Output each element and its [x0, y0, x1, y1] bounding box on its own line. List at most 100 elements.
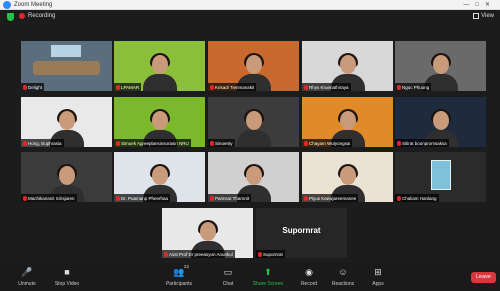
leave-button[interactable]: Leave — [471, 272, 496, 283]
profile-photo — [431, 160, 451, 190]
participant-name-tag: LPAMAR — [114, 83, 142, 91]
participant-name-tag: Delight — [21, 83, 45, 91]
participant-name-tag: Hong, Euphrasia — [21, 139, 64, 147]
muted-mic-icon — [397, 140, 401, 146]
participant-tile[interactable]: Chaliam Hanlang — [395, 152, 486, 202]
participant-name-tag: Chaliam Hanlang — [395, 194, 439, 202]
muted-mic-icon — [116, 140, 120, 146]
participant-tile[interactable]: Hong, Euphrasia — [21, 97, 112, 147]
participant-name-tag: Sitirat boonpromsaksa — [395, 139, 449, 147]
participant-name: Chayam Wutyongsai — [309, 140, 351, 146]
participant-name-tag: Chayam Wutyongsai — [302, 139, 353, 147]
apps-button[interactable]: ⊞ Apps — [355, 266, 401, 288]
participant-tile[interactable]: Dr. Puamanp Pheerhaa — [114, 152, 205, 202]
participants-count: 22 — [184, 264, 190, 269]
stop-video-button[interactable]: ■ Stop Video — [44, 266, 90, 287]
security-shield-icon[interactable] — [7, 13, 14, 21]
participant-name-tag: Ngoc Phuong — [395, 83, 432, 91]
participant-tile[interactable]: Asst Prof Dr preeasyon Anunkul — [162, 208, 253, 258]
participant-name: Sitirat boonpromsaksa — [402, 140, 447, 146]
participant-tile[interactable]: Chayam Wutyongsai — [302, 97, 393, 147]
participant-name: Dr. Puamanp Pheerhaa — [121, 195, 169, 201]
participant-name: Supornrat — [263, 251, 283, 257]
recording-dot-icon — [19, 13, 25, 19]
participant-name-tag: Dr. Puamanp Pheerhaa — [114, 194, 171, 202]
apps-icon: ⊞ — [374, 266, 382, 277]
muted-mic-icon — [397, 195, 401, 201]
muted-mic-icon — [116, 195, 120, 201]
participant-name-tag: Krisadi Tienmanakit — [208, 83, 257, 91]
window-controls[interactable]: —□✕ — [463, 0, 496, 10]
participant-name: Ngoc Phuong — [402, 84, 430, 90]
muted-mic-icon — [397, 84, 401, 90]
share-screen-label: Share Screen — [252, 281, 284, 287]
zoom-logo-icon — [3, 1, 11, 9]
muted-mic-icon — [23, 195, 27, 201]
title-bar: Zoom Meeting —□✕ — [0, 0, 500, 10]
muted-mic-icon — [258, 251, 262, 257]
participant-name: Chaliam Hanlang — [402, 195, 437, 201]
room-screen — [51, 45, 81, 57]
participant-tile[interactable]: Machikananit Sirisjaren — [21, 152, 112, 202]
grid-view-icon — [473, 13, 480, 19]
participant-tile[interactable]: Ngoc Phuong — [395, 41, 486, 91]
participants-label: Participants — [165, 281, 193, 287]
video-camera-icon: ■ — [64, 267, 70, 277]
muted-mic-icon — [116, 84, 120, 90]
muted-mic-icon — [23, 140, 27, 146]
participant-tile[interactable]: Krisadi Tienmanakit — [208, 41, 299, 91]
muted-mic-icon — [304, 84, 308, 90]
participant-name-tag: Rhys Kruenathiraya — [302, 83, 351, 91]
participant-name-tag: Machikananit Sirisjaren — [21, 194, 77, 202]
participant-name: Machikananit Sirisjaren — [28, 195, 75, 201]
participant-name: Krisadi Tienmanakit — [215, 84, 255, 90]
participant-name: Parinsut Tharnnit — [215, 195, 250, 201]
stop-video-label: Stop Video — [54, 281, 80, 287]
participant-name-tag: Supornrat — [256, 250, 285, 258]
participant-name: Asst Prof Dr preeasyon Anunkul — [169, 251, 233, 257]
participant-display-name: Supornrat — [282, 226, 321, 235]
participants-button[interactable]: 👥 22 Participants — [156, 264, 202, 287]
participant-name: Simuek Agreeplansinsorasin NRU — [121, 140, 189, 146]
zoom-window: Zoom Meeting —□✕ Recording View Delight L… — [0, 0, 500, 291]
view-label: View — [481, 13, 494, 19]
participant-name: Sinoenty — [215, 140, 233, 146]
muted-mic-icon — [304, 195, 308, 201]
apps-label: Apps — [372, 281, 384, 287]
meeting-room-table — [33, 61, 100, 75]
participant-tile[interactable]: Supornrat Supornrat — [256, 208, 347, 258]
muted-mic-icon — [23, 84, 27, 90]
muted-mic-icon — [164, 251, 168, 257]
participant-tile[interactable]: Simuek Agreeplansinsorasin NRU — [114, 97, 205, 147]
muted-mic-icon — [304, 140, 308, 146]
participant-tile[interactable]: Sinoenty — [208, 97, 299, 147]
share-screen-icon: ⬆ — [264, 266, 272, 277]
participant-name-tag: Piyus Kaewjareemanee — [302, 194, 359, 202]
participant-name: Piyus Kaewjareemanee — [309, 195, 357, 201]
participant-video — [236, 109, 271, 147]
participant-name-tag: Simuek Agreeplansinsorasin NRU — [114, 139, 191, 147]
window-title: Zoom Meeting — [14, 2, 53, 8]
participant-tile[interactable]: Piyus Kaewjareemanee — [302, 152, 393, 202]
participant-name: Delight — [28, 84, 43, 90]
view-button[interactable]: View — [473, 13, 494, 19]
participant-name-tag: Parinsut Tharnnit — [208, 194, 252, 202]
participant-tile[interactable]: Rhys Kruenathiraya — [302, 41, 393, 91]
participant-name: Rhys Kruenathiraya — [309, 84, 349, 90]
muted-mic-icon — [210, 140, 214, 146]
participant-name-tag: Asst Prof Dr preeasyon Anunkul — [162, 250, 235, 258]
muted-mic-icon — [210, 84, 214, 90]
participant-name: Hong, Euphrasia — [28, 140, 62, 146]
muted-mic-icon — [210, 195, 214, 201]
recording-label: Recording — [28, 13, 56, 19]
participant-tile[interactable]: LPAMAR — [114, 41, 205, 91]
participant-tile[interactable]: Parinsut Tharnnit — [208, 152, 299, 202]
participant-tile[interactable]: Delight — [21, 41, 112, 91]
recording-indicator[interactable]: Recording — [19, 13, 55, 19]
share-screen-button[interactable]: ⬆ Share Screen — [245, 266, 291, 288]
participants-icon: 👥 — [173, 266, 185, 277]
meeting-toolbar: 🎤 Unmute ■ Stop Video 👥 22 Participants … — [0, 263, 500, 291]
meeting-info-bar: Recording View — [0, 10, 500, 24]
participant-video — [142, 53, 177, 91]
participant-tile[interactable]: Sitirat boonpromsaksa — [395, 97, 486, 147]
